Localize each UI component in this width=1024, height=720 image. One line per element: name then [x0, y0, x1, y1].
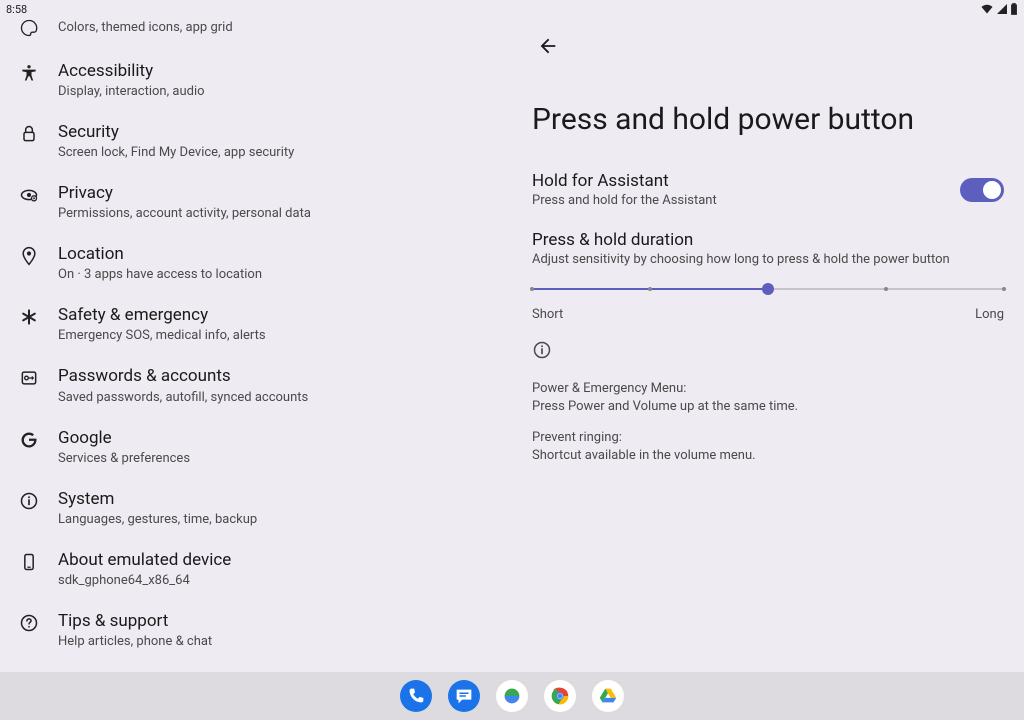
settings-item-subtitle: sdk_gphone64_x86_64: [58, 573, 500, 588]
hold-for-assistant-row[interactable]: Hold for Assistant Press and hold for th…: [532, 171, 1004, 208]
phone-icon: [405, 685, 427, 707]
hold-title: Hold for Assistant: [532, 171, 960, 191]
asterisk-icon: [19, 307, 39, 327]
slider-short-label: Short: [532, 307, 563, 322]
device-icon: [19, 552, 39, 572]
dock-app-phone[interactable]: [400, 680, 432, 712]
settings-item-title: Location: [58, 243, 500, 265]
messages-icon: [453, 685, 475, 707]
settings-item-privacy[interactable]: Privacy Permissions, account activity, pe…: [0, 171, 512, 232]
settings-item-subtitle: Colors, themed icons, app grid: [58, 20, 500, 35]
settings-item-title: Privacy: [58, 182, 500, 204]
settings-item-subtitle: Saved passwords, autofill, synced accoun…: [58, 390, 500, 405]
info-block-1: Power & Emergency Menu: Press Power and …: [532, 380, 1004, 415]
hold-for-assistant-switch[interactable]: [960, 178, 1004, 202]
settings-item-asterisk[interactable]: Safety & emergency Emergency SOS, medical…: [0, 293, 512, 354]
settings-item-subtitle: Display, interaction, audio: [58, 84, 500, 99]
lock-icon: [19, 124, 39, 144]
info-icon: [19, 491, 39, 511]
settings-list-pane: Colors, themed icons, app grid Accessibi…: [0, 0, 512, 672]
settings-item-title: Security: [58, 121, 500, 143]
settings-item-help[interactable]: Tips & support Help articles, phone & cha…: [0, 599, 512, 660]
duration-slider[interactable]: [532, 279, 1004, 299]
dock-app-drive[interactable]: [592, 680, 624, 712]
settings-item-info[interactable]: System Languages, gestures, time, backup: [0, 477, 512, 538]
help-icon: [19, 613, 39, 633]
settings-item-title: Google: [58, 427, 500, 449]
settings-item-subtitle: Emergency SOS, medical info, alerts: [58, 328, 500, 343]
palette-icon: [19, 18, 39, 38]
detail-pane: Press and hold power button Hold for Ass…: [512, 0, 1024, 672]
info-icon: [532, 340, 552, 360]
key-icon: [19, 368, 39, 388]
chrome-icon: [549, 685, 571, 707]
slider-thumb[interactable]: [762, 283, 774, 295]
settings-item-subtitle: Languages, gestures, time, backup: [58, 512, 500, 527]
settings-item-subtitle: Services & preferences: [58, 451, 500, 466]
settings-item-subtitle: Help articles, phone & chat: [58, 634, 500, 649]
google-icon: [19, 430, 39, 450]
dock-app-photos[interactable]: [496, 680, 528, 712]
settings-item-subtitle: Permissions, account activity, personal …: [58, 206, 500, 221]
settings-item-wallpaper-partial[interactable]: Colors, themed icons, app grid: [0, 18, 512, 49]
settings-item-key[interactable]: Passwords & accounts Saved passwords, aut…: [0, 354, 512, 415]
location-icon: [19, 246, 39, 266]
info-block-2: Prevent ringing: Shortcut available in t…: [532, 429, 1004, 464]
accessibility-icon: [19, 63, 39, 83]
duration-subtitle: Adjust sensitivity by choosing how long …: [532, 252, 1004, 267]
settings-item-title: About emulated device: [58, 549, 500, 571]
back-button[interactable]: [528, 26, 568, 66]
settings-item-subtitle: On · 3 apps have access to location: [58, 267, 500, 282]
hold-subtitle: Press and hold for the Assistant: [532, 193, 960, 208]
drive-icon: [597, 685, 619, 707]
back-arrow-icon: [537, 35, 559, 57]
slider-long-label: Long: [975, 307, 1004, 322]
photos-icon: [501, 685, 523, 707]
page-title: Press and hold power button: [532, 102, 1004, 137]
settings-item-title: Safety & emergency: [58, 304, 500, 326]
settings-item-location[interactable]: Location On · 3 apps have access to locat…: [0, 232, 512, 293]
privacy-icon: [19, 185, 39, 205]
settings-item-lock[interactable]: Security Screen lock, Find My Device, app…: [0, 110, 512, 171]
settings-item-subtitle: Screen lock, Find My Device, app securit…: [58, 145, 500, 160]
settings-item-device[interactable]: About emulated device sdk_gphone64_x86_64: [0, 538, 512, 599]
settings-item-title: Passwords & accounts: [58, 365, 500, 387]
info-icon-row: [532, 340, 1004, 364]
settings-item-google[interactable]: Google Services & preferences: [0, 416, 512, 477]
dock-app-chrome[interactable]: [544, 680, 576, 712]
settings-item-title: Tips & support: [58, 610, 500, 632]
settings-item-title: Accessibility: [58, 60, 500, 82]
settings-item-title: System: [58, 488, 500, 510]
dock-app-messages[interactable]: [448, 680, 480, 712]
navigation-bar: [0, 672, 1024, 720]
duration-title: Press & hold duration: [532, 230, 1004, 250]
settings-item-accessibility[interactable]: Accessibility Display, interaction, audio: [0, 49, 512, 110]
